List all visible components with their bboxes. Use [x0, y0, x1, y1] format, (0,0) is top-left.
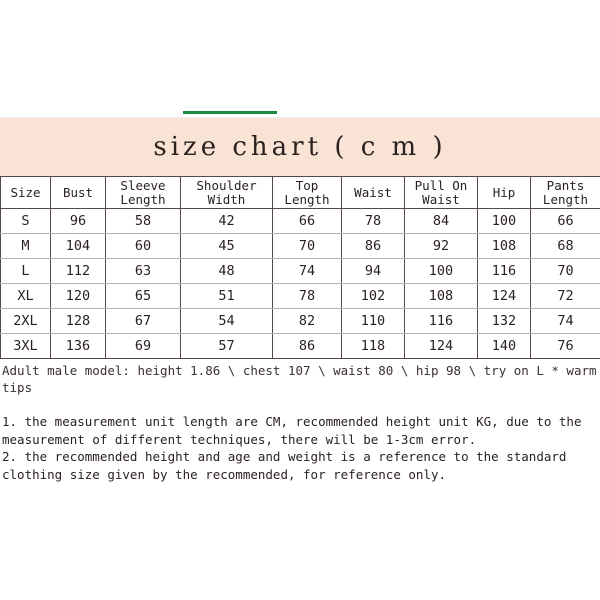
cell-size: S	[0, 208, 51, 234]
cell-bust: 104	[50, 233, 106, 259]
cell-pull-on-waist: 100	[404, 258, 478, 284]
table-row: M 104 60 45 70 86 92 108 68	[0, 233, 600, 259]
cell-sleeve-length: 63	[105, 258, 181, 284]
disclaimer-item-1: 1. the measurement unit length are CM, r…	[2, 414, 582, 447]
cell-pants-length: 74	[530, 308, 600, 334]
column-header-pull-on-waist-line2: Waist	[422, 191, 460, 207]
cell-sleeve-length: 67	[105, 308, 181, 334]
column-header-pants-length: Pants Length	[530, 176, 600, 209]
green-accent-rule	[183, 111, 277, 114]
cell-pants-length: 76	[530, 333, 600, 359]
cell-shoulder-width: 51	[180, 283, 273, 309]
disclaimer-block: 1. the measurement unit length are CM, r…	[2, 413, 598, 483]
table-row: 3XL 136 69 57 86 118 124 140 76	[0, 333, 600, 359]
cell-pull-on-waist: 108	[404, 283, 478, 309]
cell-size: M	[0, 233, 51, 259]
cell-shoulder-width: 48	[180, 258, 273, 284]
column-header-pants-length-line1: Pants	[546, 177, 585, 193]
size-chart-table: Size Bust Sleeve Length Shoulder Width T…	[0, 176, 600, 359]
cell-bust: 112	[50, 258, 106, 284]
title-band: size chart ( c m )	[0, 117, 600, 176]
column-header-waist: Waist	[341, 176, 405, 209]
cell-pull-on-waist: 124	[404, 333, 478, 359]
cell-shoulder-width: 42	[180, 208, 273, 234]
column-header-top-length-line1: Top	[295, 177, 319, 193]
cell-waist: 110	[341, 308, 405, 334]
cell-top-length: 66	[272, 208, 342, 234]
cell-pants-length: 70	[530, 258, 600, 284]
cell-pants-length: 72	[530, 283, 600, 309]
cell-pull-on-waist: 116	[404, 308, 478, 334]
column-header-shoulder-width-line1: Shoulder	[196, 177, 257, 193]
column-header-size: Size	[0, 176, 51, 209]
cell-top-length: 86	[272, 333, 342, 359]
cell-hip: 132	[477, 308, 531, 334]
disclaimer-item-2: 2. the recommended height and age and we…	[2, 449, 567, 482]
column-header-pants-length-line2: Length	[542, 191, 589, 207]
cell-pull-on-waist: 84	[404, 208, 478, 234]
column-header-sleeve-length: Sleeve Length	[105, 176, 181, 209]
column-header-top-length-line2: Length	[284, 191, 330, 207]
cell-sleeve-length: 69	[105, 333, 181, 359]
cell-size: L	[0, 258, 51, 284]
column-header-size-label: Size	[10, 184, 41, 200]
cell-size: XL	[0, 283, 51, 309]
cell-sleeve-length: 58	[105, 208, 181, 234]
table-row: 2XL 128 67 54 82 110 116 132 74	[0, 308, 600, 334]
cell-size: 3XL	[0, 333, 51, 359]
column-header-sleeve-length-line2: Length	[120, 191, 166, 207]
column-header-pull-on-waist-line1: Pull On	[414, 177, 468, 193]
cell-top-length: 82	[272, 308, 342, 334]
cell-pants-length: 66	[530, 208, 600, 234]
cell-waist: 118	[341, 333, 405, 359]
table-header-row: Size Bust Sleeve Length Shoulder Width T…	[0, 176, 600, 209]
column-header-shoulder-width-line2: Width	[207, 191, 246, 207]
column-header-shoulder-width: Shoulder Width	[180, 176, 273, 209]
cell-shoulder-width: 45	[180, 233, 273, 259]
cell-sleeve-length: 65	[105, 283, 181, 309]
cell-hip: 108	[477, 233, 531, 259]
cell-waist: 86	[341, 233, 405, 259]
model-note: Adult male model: height 1.86 \ chest 10…	[2, 363, 597, 395]
cell-top-length: 70	[272, 233, 342, 259]
table-body: S 96 58 42 66 78 84 100 66 M 104 60 45 70 86 92 108 68 L 11…	[0, 208, 600, 359]
cell-hip: 140	[477, 333, 531, 359]
notes-section: Adult male model: height 1.86 \ chest 10…	[0, 359, 600, 483]
cell-top-length: 78	[272, 283, 342, 309]
cell-bust: 128	[50, 308, 106, 334]
cell-bust: 136	[50, 333, 106, 359]
cell-waist: 78	[341, 208, 405, 234]
table-row: S 96 58 42 66 78 84 100 66	[0, 208, 600, 234]
table-row: XL 120 65 51 78 102 108 124 72	[0, 283, 600, 309]
cell-waist: 94	[341, 258, 405, 284]
cell-pull-on-waist: 92	[404, 233, 478, 259]
cell-shoulder-width: 54	[180, 308, 273, 334]
cell-top-length: 74	[272, 258, 342, 284]
column-header-sleeve-length-line1: Sleeve	[120, 177, 166, 193]
column-header-waist-label: Waist	[354, 184, 392, 200]
column-header-top-length: Top Length	[272, 176, 342, 209]
cell-bust: 120	[50, 283, 106, 309]
cell-size: 2XL	[0, 308, 51, 334]
cell-hip: 100	[477, 208, 531, 234]
column-header-bust-label: Bust	[62, 184, 94, 200]
cell-hip: 116	[477, 258, 531, 284]
column-header-bust: Bust	[50, 176, 106, 209]
cell-pants-length: 68	[530, 233, 600, 259]
cell-waist: 102	[341, 283, 405, 309]
column-header-hip: Hip	[477, 176, 531, 209]
top-spacer	[0, 0, 600, 117]
column-header-hip-label: Hip	[492, 184, 516, 200]
cell-bust: 96	[50, 208, 106, 234]
size-chart-page: size chart ( c m ) Size Bust Sleeve Leng…	[0, 0, 600, 600]
cell-sleeve-length: 60	[105, 233, 181, 259]
page-title: size chart ( c m )	[153, 132, 447, 162]
cell-hip: 124	[477, 283, 531, 309]
cell-shoulder-width: 57	[180, 333, 273, 359]
column-header-pull-on-waist: Pull On Waist	[404, 176, 478, 209]
table-row: L 112 63 48 74 94 100 116 70	[0, 258, 600, 284]
